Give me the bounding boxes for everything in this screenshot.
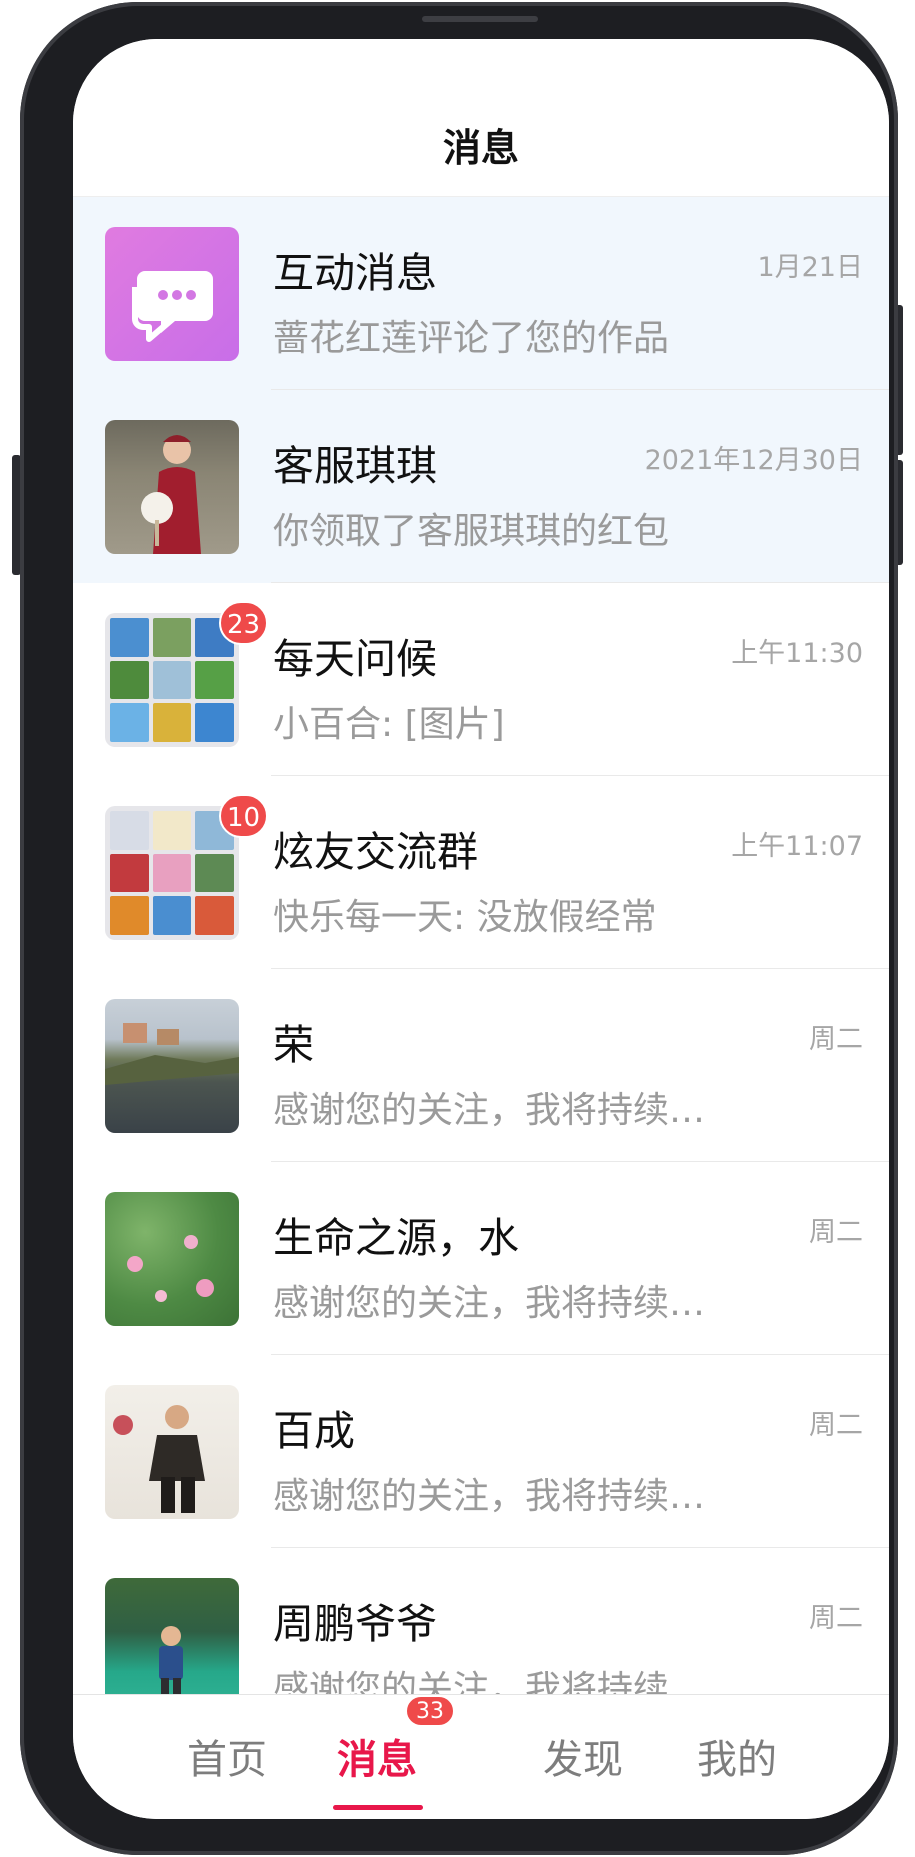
bottom-tab-bar: 首页 消息 33 发现 我的 [73, 1694, 889, 1819]
conversation-item-rong[interactable]: 荣 感谢您的关注，我将持续… 周二 [73, 969, 889, 1162]
conversation-name: 周鹏爷爷 [273, 1600, 437, 1648]
group-photo-grid [105, 613, 239, 747]
speaker-grille [422, 16, 538, 22]
conversation-time: 上午11:30 [731, 638, 863, 669]
conversation-item-friends-group[interactable]: 10 炫友交流群 快乐每一天: 没放假经常 上午11:07 [73, 776, 889, 969]
phone-frame: 消息 互动消息 蔷花红莲评论了您的作品 1月21日 客服琪琪 你领取了客服琪琪的… [20, 2, 898, 1855]
conversation-time: 上午11:07 [731, 831, 863, 862]
conversation-item-support[interactable]: 客服琪琪 你领取了客服琪琪的红包 2021年12月30日 [73, 390, 889, 583]
active-tab-indicator [333, 1805, 423, 1810]
chat-bubble-icon [105, 227, 239, 361]
conversation-preview: 感谢您的关注，我将持续 [273, 1669, 670, 1694]
group-photo-grid [105, 806, 239, 940]
nav-header: 消息 [73, 39, 889, 197]
app-screen: 消息 互动消息 蔷花红莲评论了您的作品 1月21日 客服琪琪 你领取了客服琪琪的… [73, 39, 889, 1819]
conversation-list[interactable]: 互动消息 蔷花红莲评论了您的作品 1月21日 客服琪琪 你领取了客服琪琪的红包 … [73, 197, 889, 1694]
unread-badge: 10 [219, 794, 269, 838]
conversation-name: 炫友交流群 [273, 828, 478, 876]
conversation-name: 客服琪琪 [273, 442, 437, 490]
device-mockup: 消息 互动消息 蔷花红莲评论了您的作品 1月21日 客服琪琪 你领取了客服琪琪的… [0, 0, 915, 1857]
conversation-time: 周二 [809, 1603, 863, 1634]
conversation-item-grandpa-zhou[interactable]: 周鹏爷爷 感谢您的关注，我将持续 周二 [73, 1548, 889, 1694]
conversation-name: 荣 [273, 1021, 314, 1069]
woman-red-dress-photo [105, 420, 239, 554]
lotus-pond-photo [105, 1192, 239, 1326]
conversation-name: 互动消息 [273, 249, 437, 297]
conversation-item-baicheng[interactable]: 百成 感谢您的关注，我将持续… 周二 [73, 1355, 889, 1548]
conversation-name: 生命之源，水 [273, 1214, 519, 1262]
child-garden-photo [105, 1578, 239, 1694]
conversation-preview: 小百合: [图片] [273, 704, 505, 745]
conversation-preview: 感谢您的关注，我将持续… [273, 1283, 706, 1324]
conversation-name: 百成 [273, 1407, 355, 1455]
conversation-item-source-of-life[interactable]: 生命之源，水 感谢您的关注，我将持续… 周二 [73, 1162, 889, 1355]
conversation-time: 周二 [809, 1410, 863, 1441]
conversation-item-interactions[interactable]: 互动消息 蔷花红莲评论了您的作品 1月21日 [73, 197, 889, 390]
conversation-preview: 蔷花红莲评论了您的作品 [273, 318, 670, 359]
conversation-item-daily-greetings[interactable]: 23 每天问候 小百合: [图片] 上午11:30 [73, 583, 889, 776]
conversation-time: 1月21日 [757, 252, 863, 283]
conversation-preview: 快乐每一天: 没放假经常 [273, 897, 657, 938]
conversation-preview: 感谢您的关注，我将持续… [273, 1476, 706, 1517]
page-title: 消息 [442, 126, 519, 170]
unread-badge: 23 [219, 601, 269, 645]
conversation-preview: 你领取了客服琪琪的红包 [273, 511, 670, 552]
conversation-time: 2021年12月30日 [644, 445, 863, 476]
conversation-preview: 感谢您的关注，我将持续… [273, 1090, 706, 1131]
tab-messages[interactable]: 消息 [275, 1727, 479, 1785]
tab-me[interactable]: 我的 [635, 1727, 839, 1785]
conversation-time: 周二 [809, 1217, 863, 1248]
man-seated-photo [105, 1385, 239, 1519]
conversation-time: 周二 [809, 1024, 863, 1055]
tab-unread-badge: 33 [405, 1695, 455, 1727]
coastal-village-photo [105, 999, 239, 1133]
conversation-name: 每天问候 [273, 635, 437, 683]
